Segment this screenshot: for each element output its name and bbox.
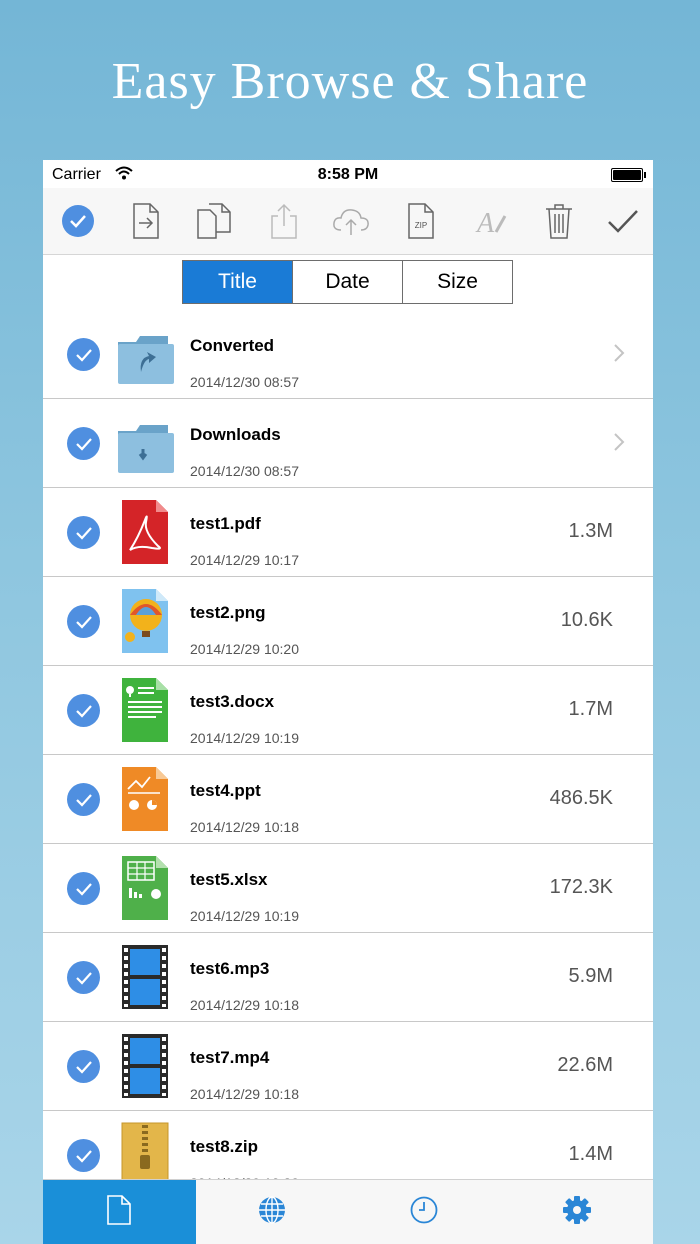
file-name: test3.docx: [190, 692, 275, 711]
checkmark-icon[interactable]: [67, 694, 100, 727]
share-icon[interactable]: [264, 201, 304, 241]
toolbar: ZIP A: [43, 188, 653, 255]
zip-icon-label: ZIP: [415, 221, 427, 230]
sort-title-tab[interactable]: Title: [183, 261, 292, 303]
file-row-test4-ppt[interactable]: test4.ppt 2014/12/29 10:18 486.5K: [43, 755, 653, 844]
ppt-file-icon: [116, 765, 174, 833]
file-date: 2014/12/29 10:19: [190, 908, 299, 924]
file-row-test2-png[interactable]: test2.png 2014/12/29 10:20 10.6K: [43, 577, 653, 666]
file-row-downloads[interactable]: Downloads 2014/12/30 08:57: [43, 399, 653, 488]
file-row-test6-mp3[interactable]: test6.mp3 2014/12/29 10:18 5.9M: [43, 933, 653, 1022]
battery-icon: [611, 168, 646, 182]
chevron-right-icon: [613, 343, 625, 368]
file-name: test7.mp4: [190, 1048, 270, 1067]
headline: Easy Browse & Share: [111, 53, 589, 110]
globe-icon: [257, 1195, 287, 1230]
file-name: test6.mp3: [190, 959, 270, 978]
file-size: 1.3M: [568, 520, 613, 542]
checkmark-icon[interactable]: [67, 605, 100, 638]
chevron-right-icon: [613, 432, 625, 457]
file-size: 486.5K: [549, 787, 613, 809]
status-time: 8:58 PM: [317, 166, 379, 183]
trash-icon[interactable]: [539, 201, 579, 241]
tab-bar: [43, 1179, 653, 1244]
film-strip-icon: [116, 943, 174, 1011]
file-date: 2014/12/29 10:20: [190, 641, 299, 657]
move-icon[interactable]: [126, 201, 166, 241]
file-size: 22.6M: [557, 1054, 613, 1076]
gear-icon: [562, 1195, 592, 1230]
file-date: 2014/12/30 08:57: [190, 463, 299, 479]
file-name: test4.ppt: [190, 781, 261, 800]
done-check-icon[interactable]: [603, 201, 643, 241]
file-name: test8.zip: [190, 1137, 259, 1156]
file-row-test7-mp4[interactable]: test7.mp4 2014/12/29 10:18 22.6M: [43, 1022, 653, 1111]
clock-icon: [409, 1195, 439, 1230]
file-name: Downloads: [190, 425, 281, 444]
sort-segmented-control: Title Date Size: [182, 260, 513, 304]
file-size: 5.9M: [568, 965, 613, 987]
status-bar: Carrier 8:58 PM: [43, 160, 653, 188]
pdf-file-icon: [116, 498, 174, 566]
tab-settings[interactable]: [501, 1180, 654, 1244]
file-size: 10.6K: [560, 609, 613, 631]
file-name: test2.png: [190, 603, 266, 622]
file-size: 172.3K: [549, 876, 613, 898]
zip-icon[interactable]: ZIP: [401, 201, 441, 241]
checkmark-icon[interactable]: [67, 1050, 100, 1083]
file-name: test5.xlsx: [190, 870, 268, 889]
checkmark-icon[interactable]: [67, 783, 100, 816]
file-date: 2014/12/29 10:18: [190, 1086, 299, 1102]
file-row-converted[interactable]: Converted 2014/12/30 08:57: [43, 310, 653, 399]
tab-browser[interactable]: [196, 1180, 349, 1244]
phone-screen: Carrier 8:58 PM ZIP A Title Date Size Co…: [43, 160, 653, 1244]
sort-size-tab[interactable]: Size: [402, 261, 512, 303]
file-date: 2014/12/29 10:19: [190, 730, 299, 746]
checkmark-icon[interactable]: [67, 338, 100, 371]
file-date: 2014/12/30 08:57: [190, 374, 299, 390]
file-name: Converted: [190, 336, 275, 355]
checkmark-icon[interactable]: [67, 427, 100, 460]
svg-text:A: A: [475, 208, 495, 238]
sort-date-tab[interactable]: Date: [292, 261, 402, 303]
tab-files[interactable]: [43, 1180, 196, 1244]
file-date: 2014/12/29 10:18: [190, 819, 299, 835]
file-size: 1.4M: [568, 1143, 613, 1165]
file-row-test1-pdf[interactable]: test1.pdf 2014/12/29 10:17 1.3M: [43, 488, 653, 577]
film-strip-icon: [116, 1032, 174, 1100]
copy-icon[interactable]: [194, 201, 234, 241]
checkmark-icon[interactable]: [67, 872, 100, 905]
checkmark-icon[interactable]: [67, 1139, 100, 1172]
document-icon: [106, 1195, 132, 1230]
docx-file-icon: [116, 676, 174, 744]
file-date: 2014/12/29 10:18: [190, 997, 299, 1013]
file-row-test3-docx[interactable]: test3.docx 2014/12/29 10:19 1.7M: [43, 666, 653, 755]
select-all-icon[interactable]: [58, 201, 98, 241]
image-file-icon: [116, 587, 174, 655]
rename-icon[interactable]: A: [471, 201, 511, 241]
folder-icon: [116, 320, 174, 388]
checkmark-icon[interactable]: [67, 961, 100, 994]
xlsx-file-icon: [116, 854, 174, 922]
file-date: 2014/12/29 10:17: [190, 552, 299, 568]
upload-cloud-icon[interactable]: [331, 201, 371, 241]
file-size: 1.7M: [568, 698, 613, 720]
tab-history[interactable]: [348, 1180, 501, 1244]
file-list: Converted 2014/12/30 08:57 Downloads 201…: [43, 310, 653, 1200]
checkmark-icon[interactable]: [67, 516, 100, 549]
file-name: test1.pdf: [190, 514, 261, 533]
folder-icon: [116, 409, 174, 477]
file-row-test5-xlsx[interactable]: test5.xlsx 2014/12/29 10:19 172.3K: [43, 844, 653, 933]
